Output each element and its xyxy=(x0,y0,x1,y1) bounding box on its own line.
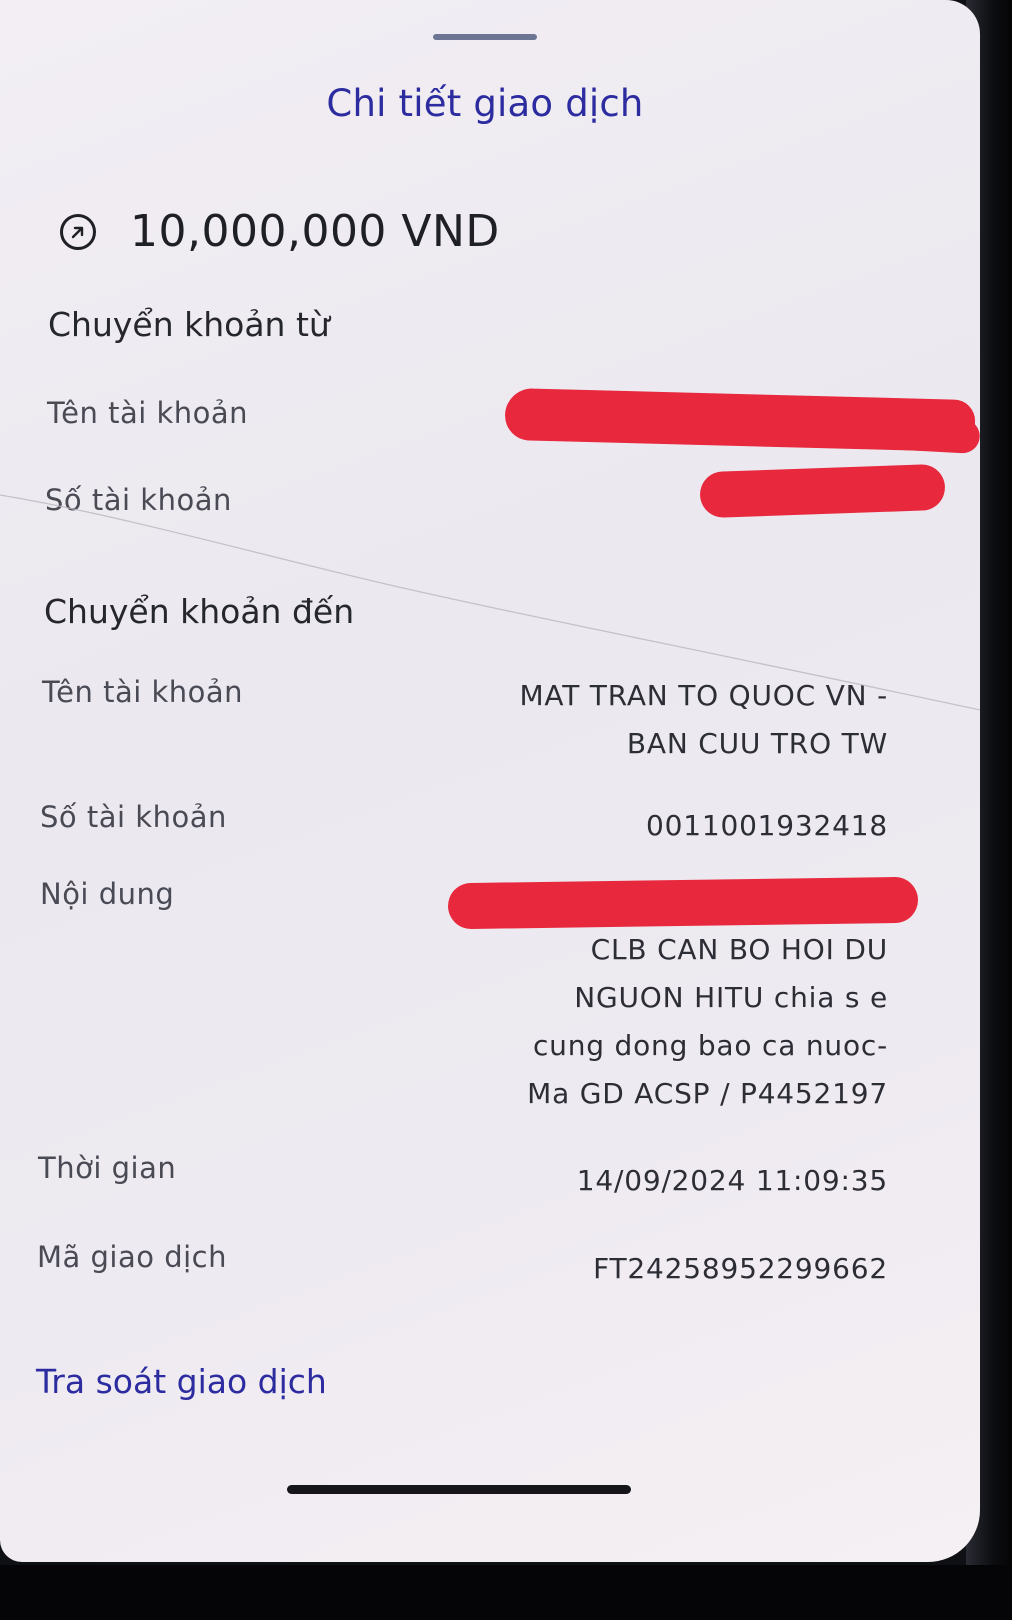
from-account-name-label: Tên tài khoản xyxy=(47,396,249,430)
content-line: NGUON HITU chia s e xyxy=(574,981,888,1014)
transaction-id-value: FT24258952299662 xyxy=(593,1252,888,1285)
content-line: cung dong bao ca nuoc- xyxy=(532,1029,888,1062)
redaction-mark-content xyxy=(447,876,919,930)
section-title-from: Chuyển khoản từ xyxy=(48,305,330,344)
content-value: CLB CAN BO HOI DU NGUON HITU chia s e cu… xyxy=(527,926,888,1118)
to-account-number-value: 0011001932418 xyxy=(646,809,888,842)
time-label: Thời gian xyxy=(38,1151,177,1185)
time-value: 14/09/2024 11:09:35 xyxy=(576,1164,888,1197)
section-title-to: Chuyển khoản đến xyxy=(44,592,355,631)
to-account-name-line-1: MAT TRAN TO QUOC VN - xyxy=(519,679,888,712)
transaction-inquiry-link[interactable]: Tra soát giao dịch xyxy=(36,1362,327,1401)
content-line: Ma GD ACSP / P4452197 xyxy=(527,1077,888,1110)
content-label: Nội dung xyxy=(40,877,175,911)
arrow-up-right-circle-icon xyxy=(60,213,96,250)
transaction-id-label: Mã giao dịch xyxy=(37,1240,227,1274)
amount-row: 10,000,000 VND xyxy=(60,206,500,257)
phone-bottom-bezel xyxy=(0,1565,1012,1620)
content-line: CLB CAN BO HOI DU xyxy=(590,933,888,966)
page-title: Chi tiết giao dịch xyxy=(326,82,644,125)
transfer-amount: 10,000,000 VND xyxy=(130,206,500,257)
sheet-grabber-handle[interactable] xyxy=(433,34,537,40)
to-account-name-line-2: BAN CUU TRO TW xyxy=(626,727,888,760)
to-account-name-value: MAT TRAN TO QUOC VN - BAN CUU TRO TW xyxy=(519,672,888,768)
to-account-name-label: Tên tài khoản xyxy=(42,675,244,709)
from-account-number-label: Số tài khoản xyxy=(45,483,232,517)
transaction-detail-sheet: Chi tiết giao dịch 10,000,000 VND Chuyển… xyxy=(0,0,980,1562)
redaction-mark-account-number xyxy=(699,463,946,519)
to-account-number-label: Số tài khoản xyxy=(40,800,227,834)
home-indicator-bar[interactable] xyxy=(287,1485,631,1494)
